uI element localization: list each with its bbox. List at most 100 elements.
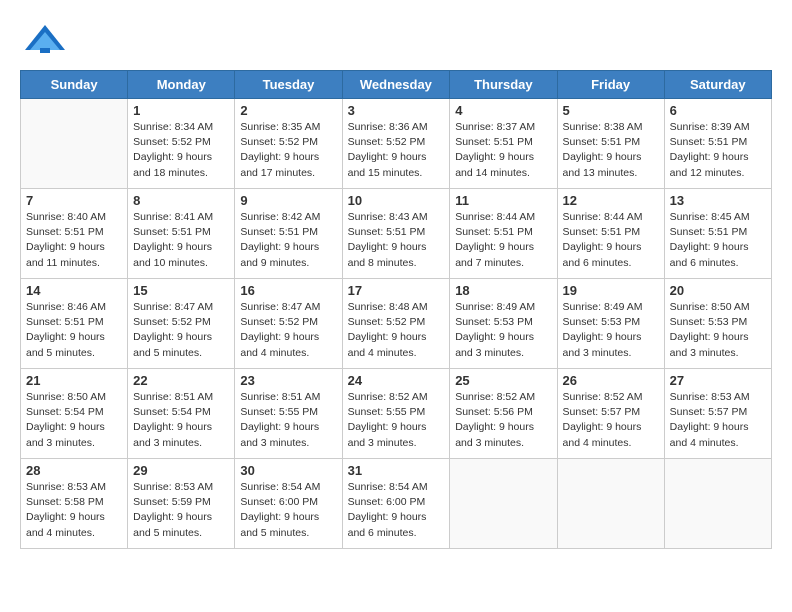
day-number: 23 [240,373,336,388]
calendar-table: SundayMondayTuesdayWednesdayThursdayFrid… [20,70,772,549]
day-info: Sunrise: 8:53 AM Sunset: 5:59 PM Dayligh… [133,480,229,541]
day-info: Sunrise: 8:49 AM Sunset: 5:53 PM Dayligh… [455,300,551,361]
calendar-header-wednesday: Wednesday [342,71,450,99]
day-info: Sunrise: 8:34 AM Sunset: 5:52 PM Dayligh… [133,120,229,181]
day-info: Sunrise: 8:54 AM Sunset: 6:00 PM Dayligh… [240,480,336,541]
day-info: Sunrise: 8:41 AM Sunset: 5:51 PM Dayligh… [133,210,229,271]
day-info: Sunrise: 8:35 AM Sunset: 5:52 PM Dayligh… [240,120,336,181]
day-number: 2 [240,103,336,118]
day-number: 22 [133,373,229,388]
day-number: 1 [133,103,229,118]
calendar-day-29: 29 Sunrise: 8:53 AM Sunset: 5:59 PM Dayli… [128,459,235,549]
calendar-day-22: 22 Sunrise: 8:51 AM Sunset: 5:54 PM Dayli… [128,369,235,459]
calendar-header-friday: Friday [557,71,664,99]
day-number: 15 [133,283,229,298]
calendar-day-15: 15 Sunrise: 8:47 AM Sunset: 5:52 PM Dayli… [128,279,235,369]
day-number: 8 [133,193,229,208]
calendar-day-17: 17 Sunrise: 8:48 AM Sunset: 5:52 PM Dayli… [342,279,450,369]
day-number: 10 [348,193,445,208]
day-number: 12 [563,193,659,208]
calendar-day-16: 16Sunrise: 8:47 AM Sunset: 5:52 PM Dayli… [235,279,342,369]
day-info: Sunrise: 8:50 AM Sunset: 5:54 PM Dayligh… [26,390,122,451]
day-info: Sunrise: 8:36 AM Sunset: 5:52 PM Dayligh… [348,120,445,181]
calendar-header-tuesday: Tuesday [235,71,342,99]
day-number: 5 [563,103,659,118]
calendar-header-saturday: Saturday [664,71,771,99]
calendar-day-1: 1 Sunrise: 8:34 AM Sunset: 5:52 PM Daylig… [128,99,235,189]
calendar-day-13: 13 Sunrise: 8:45 AM Sunset: 5:51 PM Dayli… [664,189,771,279]
calendar-header-sunday: Sunday [21,71,128,99]
day-info: Sunrise: 8:51 AM Sunset: 5:55 PM Dayligh… [240,390,336,451]
day-number: 17 [348,283,445,298]
calendar-day-31: 31 Sunrise: 8:54 AM Sunset: 6:00 PM Dayli… [342,459,450,549]
day-number: 26 [563,373,659,388]
calendar-empty-cell [450,459,557,549]
day-number: 11 [455,193,551,208]
day-info: Sunrise: 8:46 AM Sunset: 5:51 PM Dayligh… [26,300,122,361]
calendar-day-19: 19Sunrise: 8:49 AM Sunset: 5:53 PM Dayli… [557,279,664,369]
calendar-day-5: 5 Sunrise: 8:38 AM Sunset: 5:51 PM Daylig… [557,99,664,189]
calendar-day-14: 14 Sunrise: 8:46 AM Sunset: 5:51 PM Dayli… [21,279,128,369]
header [20,20,772,60]
calendar-day-25: 25Sunrise: 8:52 AM Sunset: 5:56 PM Dayli… [450,369,557,459]
day-info: Sunrise: 8:44 AM Sunset: 5:51 PM Dayligh… [563,210,659,271]
calendar-week-row: 14 Sunrise: 8:46 AM Sunset: 5:51 PM Dayli… [21,279,772,369]
calendar-day-2: 2 Sunrise: 8:35 AM Sunset: 5:52 PM Daylig… [235,99,342,189]
day-number: 13 [670,193,766,208]
calendar-day-30: 30Sunrise: 8:54 AM Sunset: 6:00 PM Dayli… [235,459,342,549]
day-info: Sunrise: 8:50 AM Sunset: 5:53 PM Dayligh… [670,300,766,361]
day-number: 18 [455,283,551,298]
calendar-day-24: 24 Sunrise: 8:52 AM Sunset: 5:55 PM Dayli… [342,369,450,459]
calendar-week-row: 7 Sunrise: 8:40 AM Sunset: 5:51 PM Daylig… [21,189,772,279]
day-number: 31 [348,463,445,478]
day-info: Sunrise: 8:42 AM Sunset: 5:51 PM Dayligh… [240,210,336,271]
day-info: Sunrise: 8:45 AM Sunset: 5:51 PM Dayligh… [670,210,766,271]
calendar-day-8: 8 Sunrise: 8:41 AM Sunset: 5:51 PM Daylig… [128,189,235,279]
calendar-header-monday: Monday [128,71,235,99]
calendar-day-12: 12 Sunrise: 8:44 AM Sunset: 5:51 PM Dayli… [557,189,664,279]
calendar-week-row: 1 Sunrise: 8:34 AM Sunset: 5:52 PM Daylig… [21,99,772,189]
day-number: 4 [455,103,551,118]
day-info: Sunrise: 8:39 AM Sunset: 5:51 PM Dayligh… [670,120,766,181]
day-info: Sunrise: 8:37 AM Sunset: 5:51 PM Dayligh… [455,120,551,181]
day-info: Sunrise: 8:51 AM Sunset: 5:54 PM Dayligh… [133,390,229,451]
day-info: Sunrise: 8:52 AM Sunset: 5:56 PM Dayligh… [455,390,551,451]
calendar-day-6: 6 Sunrise: 8:39 AM Sunset: 5:51 PM Daylig… [664,99,771,189]
calendar-day-7: 7 Sunrise: 8:40 AM Sunset: 5:51 PM Daylig… [21,189,128,279]
day-info: Sunrise: 8:40 AM Sunset: 5:51 PM Dayligh… [26,210,122,271]
logo [20,20,74,60]
calendar-day-9: 9Sunrise: 8:42 AM Sunset: 5:51 PM Daylig… [235,189,342,279]
day-info: Sunrise: 8:47 AM Sunset: 5:52 PM Dayligh… [240,300,336,361]
calendar-header-row: SundayMondayTuesdayWednesdayThursdayFrid… [21,71,772,99]
day-info: Sunrise: 8:48 AM Sunset: 5:52 PM Dayligh… [348,300,445,361]
day-number: 3 [348,103,445,118]
day-number: 7 [26,193,122,208]
day-info: Sunrise: 8:38 AM Sunset: 5:51 PM Dayligh… [563,120,659,181]
calendar-day-4: 4 Sunrise: 8:37 AM Sunset: 5:51 PM Daylig… [450,99,557,189]
calendar-day-26: 26 Sunrise: 8:52 AM Sunset: 5:57 PM Dayli… [557,369,664,459]
calendar-day-20: 20Sunrise: 8:50 AM Sunset: 5:53 PM Dayli… [664,279,771,369]
day-number: 29 [133,463,229,478]
day-info: Sunrise: 8:53 AM Sunset: 5:58 PM Dayligh… [26,480,122,541]
calendar-day-21: 21 Sunrise: 8:50 AM Sunset: 5:54 PM Dayli… [21,369,128,459]
day-number: 24 [348,373,445,388]
day-info: Sunrise: 8:52 AM Sunset: 5:57 PM Dayligh… [563,390,659,451]
calendar-week-row: 28 Sunrise: 8:53 AM Sunset: 5:58 PM Dayli… [21,459,772,549]
day-info: Sunrise: 8:44 AM Sunset: 5:51 PM Dayligh… [455,210,551,271]
day-number: 6 [670,103,766,118]
day-info: Sunrise: 8:53 AM Sunset: 5:57 PM Dayligh… [670,390,766,451]
day-info: Sunrise: 8:54 AM Sunset: 6:00 PM Dayligh… [348,480,445,541]
day-info: Sunrise: 8:52 AM Sunset: 5:55 PM Dayligh… [348,390,445,451]
calendar-day-10: 10Sunrise: 8:43 AM Sunset: 5:51 PM Dayli… [342,189,450,279]
calendar-day-23: 23 Sunrise: 8:51 AM Sunset: 5:55 PM Dayli… [235,369,342,459]
day-number: 21 [26,373,122,388]
logo-icon [20,20,70,60]
calendar-week-row: 21 Sunrise: 8:50 AM Sunset: 5:54 PM Dayli… [21,369,772,459]
calendar-day-11: 11 Sunrise: 8:44 AM Sunset: 5:51 PM Dayli… [450,189,557,279]
calendar-empty-cell [21,99,128,189]
day-number: 28 [26,463,122,478]
calendar-header-thursday: Thursday [450,71,557,99]
day-info: Sunrise: 8:47 AM Sunset: 5:52 PM Dayligh… [133,300,229,361]
calendar-empty-cell [664,459,771,549]
day-number: 14 [26,283,122,298]
